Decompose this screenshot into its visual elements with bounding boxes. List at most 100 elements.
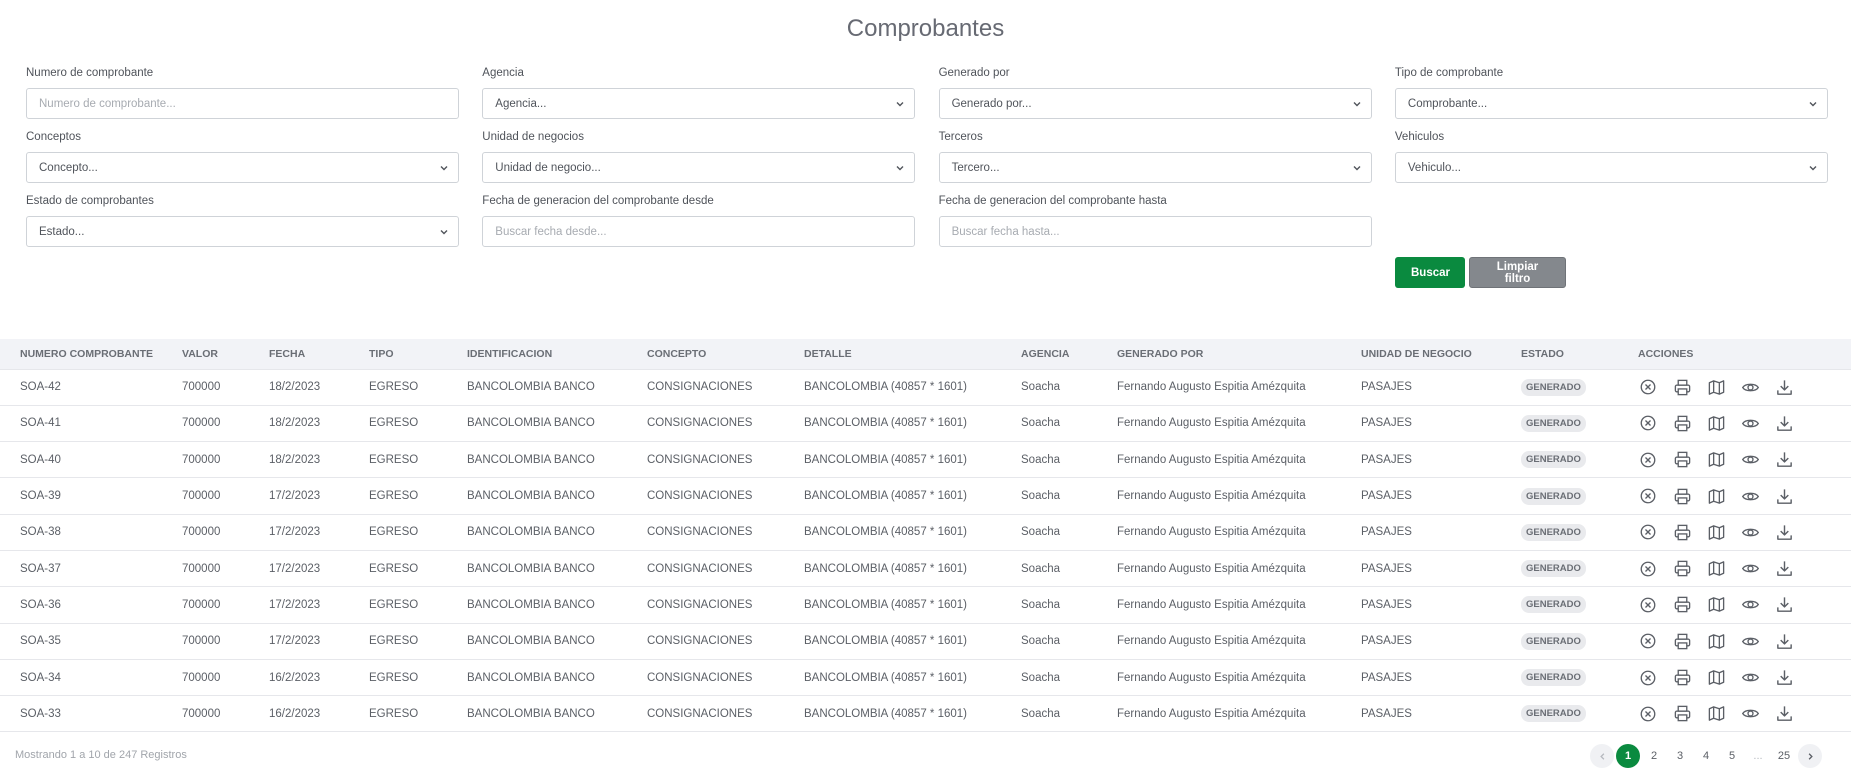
download-icon[interactable] bbox=[1774, 704, 1794, 724]
view-icon[interactable] bbox=[1740, 631, 1760, 651]
filter-label: Estado de comprobantes bbox=[26, 195, 154, 207]
view-icon[interactable] bbox=[1740, 450, 1760, 470]
tipo-de-comprobante-select[interactable]: Comprobante... bbox=[1394, 88, 1828, 119]
cancel-icon[interactable] bbox=[1638, 559, 1658, 579]
chevron-down-icon bbox=[1351, 98, 1363, 110]
cancel-icon[interactable] bbox=[1638, 486, 1658, 506]
cell-unidad-de-negocio: PASAJES bbox=[1361, 514, 1521, 551]
filter-generado-por: Generado por Generado por... bbox=[938, 66, 1372, 130]
cancel-icon[interactable] bbox=[1638, 668, 1658, 688]
print-icon[interactable] bbox=[1672, 704, 1692, 724]
view-icon[interactable] bbox=[1740, 595, 1760, 615]
cell-valor: 700000 bbox=[182, 369, 269, 406]
page-button-1[interactable]: 1 bbox=[1616, 744, 1640, 768]
cell-tipo: EGRESO bbox=[369, 586, 467, 624]
download-icon[interactable] bbox=[1774, 595, 1794, 615]
download-icon[interactable] bbox=[1774, 377, 1794, 397]
map-icon[interactable] bbox=[1706, 413, 1726, 433]
view-icon[interactable] bbox=[1740, 704, 1760, 724]
column-header-agencia: AGENCIA bbox=[1021, 347, 1070, 360]
cell-valor: 700000 bbox=[182, 441, 269, 479]
cancel-icon[interactable] bbox=[1638, 450, 1658, 470]
select-value: Vehiculo... bbox=[1407, 161, 1461, 174]
view-icon[interactable] bbox=[1740, 559, 1760, 579]
print-icon[interactable] bbox=[1672, 631, 1692, 651]
column-header-generado-por: GENERADO POR bbox=[1117, 347, 1204, 360]
select-value: Tercero... bbox=[951, 161, 1000, 174]
cancel-icon[interactable] bbox=[1638, 631, 1658, 651]
column-header-fecha: FECHA bbox=[269, 347, 306, 360]
clear-filter-button[interactable]: Limpiar filtro bbox=[1469, 257, 1566, 288]
cell-estado: GENERADO bbox=[1521, 477, 1638, 515]
cancel-icon[interactable] bbox=[1638, 522, 1658, 542]
view-icon[interactable] bbox=[1740, 377, 1760, 397]
cell-tipo: EGRESO bbox=[369, 514, 467, 551]
cancel-icon[interactable] bbox=[1638, 595, 1658, 615]
fecha-de-generacion-del-comprobante-hasta-input[interactable]: Buscar fecha hasta... bbox=[938, 216, 1372, 247]
print-icon[interactable] bbox=[1672, 559, 1692, 579]
cancel-icon[interactable] bbox=[1638, 413, 1658, 433]
cell-detalle: BANCOLOMBIA (40857 * 1601) bbox=[804, 550, 1021, 588]
print-icon[interactable] bbox=[1672, 450, 1692, 470]
cell-unidad-de-negocio: PASAJES bbox=[1361, 405, 1521, 443]
download-icon[interactable] bbox=[1774, 668, 1794, 688]
cell-detalle: BANCOLOMBIA (40857 * 1601) bbox=[804, 405, 1021, 443]
print-icon[interactable] bbox=[1672, 486, 1692, 506]
agencia-select[interactable]: Agencia... bbox=[482, 88, 916, 119]
page-button-25[interactable]: 25 bbox=[1772, 744, 1796, 768]
download-icon[interactable] bbox=[1774, 631, 1794, 651]
estado-de-comprobantes-select[interactable]: Estado... bbox=[26, 216, 459, 247]
print-icon[interactable] bbox=[1672, 377, 1692, 397]
print-icon[interactable] bbox=[1672, 522, 1692, 542]
map-icon[interactable] bbox=[1706, 486, 1726, 506]
download-icon[interactable] bbox=[1774, 522, 1794, 542]
terceros-select[interactable]: Tercero... bbox=[938, 152, 1372, 183]
cell-agencia: Soacha bbox=[1021, 441, 1117, 479]
cancel-icon[interactable] bbox=[1638, 704, 1658, 724]
cell-acciones bbox=[1638, 586, 1851, 624]
map-icon[interactable] bbox=[1706, 668, 1726, 688]
cell-numero-comprobante: SOA-33 bbox=[0, 695, 182, 733]
download-icon[interactable] bbox=[1774, 450, 1794, 470]
page-button-2[interactable]: 2 bbox=[1642, 744, 1666, 768]
numero-de-comprobante-input[interactable]: Numero de comprobante... bbox=[26, 88, 459, 119]
map-icon[interactable] bbox=[1706, 522, 1726, 542]
column-header-numero-comprobante: NUMERO COMPROBANTE bbox=[20, 347, 153, 360]
view-icon[interactable] bbox=[1740, 522, 1760, 542]
print-icon[interactable] bbox=[1672, 668, 1692, 688]
map-icon[interactable] bbox=[1706, 631, 1726, 651]
cell-acciones bbox=[1638, 441, 1851, 479]
print-icon[interactable] bbox=[1672, 595, 1692, 615]
cell-fecha: 17/2/2023 bbox=[269, 514, 369, 551]
page-button-4[interactable]: 4 bbox=[1694, 744, 1718, 768]
unidad-de-negocios-select[interactable]: Unidad de negocio... bbox=[482, 152, 916, 183]
download-icon[interactable] bbox=[1774, 559, 1794, 579]
print-icon[interactable] bbox=[1672, 413, 1692, 433]
fecha-de-generacion-del-comprobante-desde-input[interactable]: Buscar fecha desde... bbox=[482, 216, 916, 247]
view-icon[interactable] bbox=[1740, 668, 1760, 688]
table-row: SOA-41 700000 18/2/2023 EGRESO BANCOLOMBIA B… bbox=[0, 405, 1851, 443]
map-icon[interactable] bbox=[1706, 377, 1726, 397]
cell-estado: GENERADO bbox=[1521, 623, 1638, 660]
map-icon[interactable] bbox=[1706, 704, 1726, 724]
cancel-icon[interactable] bbox=[1638, 377, 1658, 397]
map-icon[interactable] bbox=[1706, 595, 1726, 615]
cell-identificacion: BANCOLOMBIA BANCO bbox=[467, 405, 647, 443]
page-button-5[interactable]: 5 bbox=[1720, 744, 1744, 768]
view-icon[interactable] bbox=[1740, 413, 1760, 433]
conceptos-select[interactable]: Concepto... bbox=[26, 152, 459, 183]
view-icon[interactable] bbox=[1740, 486, 1760, 506]
download-icon[interactable] bbox=[1774, 486, 1794, 506]
page-button-3[interactable]: 3 bbox=[1668, 744, 1692, 768]
vehiculos-select[interactable]: Vehiculo... bbox=[1394, 152, 1828, 183]
chevron-right-icon[interactable] bbox=[1798, 744, 1822, 768]
map-icon[interactable] bbox=[1706, 559, 1726, 579]
download-icon[interactable] bbox=[1774, 413, 1794, 433]
search-button[interactable]: Buscar bbox=[1395, 257, 1465, 288]
cell-agencia: Soacha bbox=[1021, 369, 1117, 406]
map-icon[interactable] bbox=[1706, 450, 1726, 470]
generado-por-select[interactable]: Generado por... bbox=[938, 88, 1372, 119]
row-actions bbox=[1638, 486, 1851, 506]
table-row: SOA-35 700000 17/2/2023 EGRESO BANCOLOMBIA B… bbox=[0, 623, 1851, 660]
chevron-left-icon[interactable] bbox=[1590, 744, 1614, 768]
